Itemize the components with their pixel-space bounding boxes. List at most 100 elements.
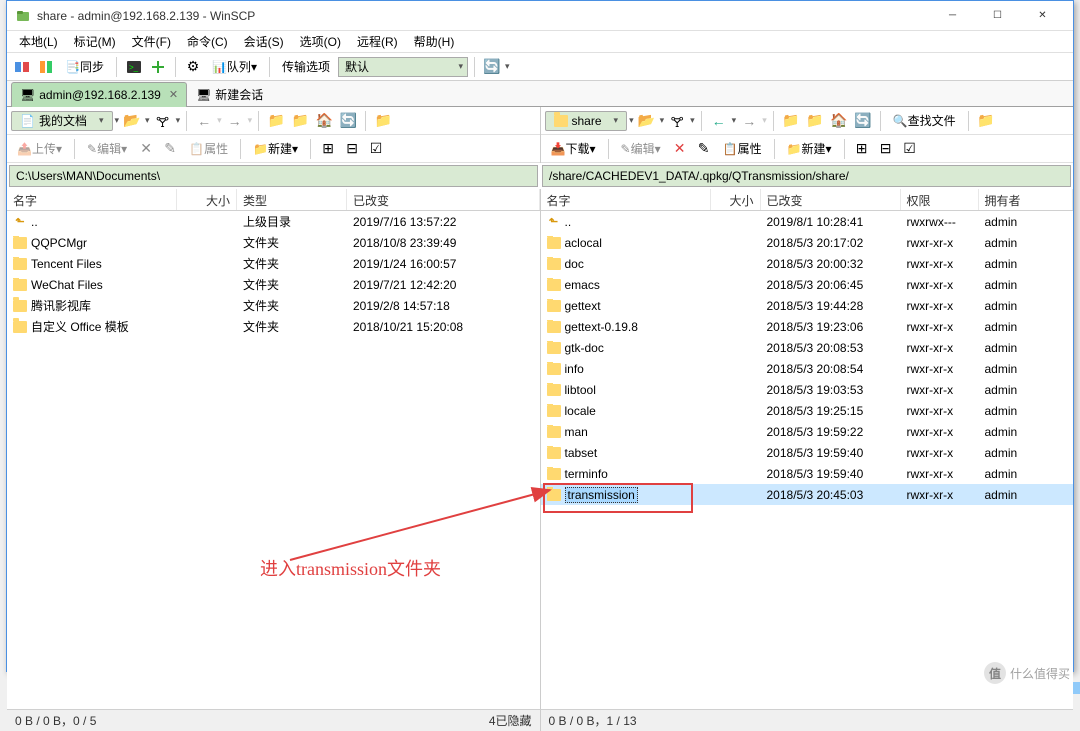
left-edit-button[interactable]: ✎ 编辑 ▾: [81, 138, 133, 160]
table-row[interactable]: doc2018/5/3 20:00:32rwxr-xr-xadmin: [541, 253, 1074, 274]
terminal-icon[interactable]: >_: [123, 56, 145, 78]
table-row[interactable]: locale2018/5/3 19:25:15rwxr-xr-xadmin: [541, 400, 1074, 421]
new-session-tab[interactable]: 🖥 新建会话: [187, 82, 272, 106]
table-row[interactable]: info2018/5/3 20:08:54rwxr-xr-xadmin: [541, 358, 1074, 379]
table-row[interactable]: gettext2018/5/3 19:44:28rwxr-xr-xadmin: [541, 295, 1074, 316]
table-row[interactable]: transmission2018/5/3 20:45:03rwxr-xr-xad…: [541, 484, 1074, 505]
table-row[interactable]: 自定义 Office 模板文件夹2018/10/21 15:20:08: [7, 316, 540, 337]
queue-button[interactable]: 📊 队列 ▾: [206, 56, 263, 78]
right-header[interactable]: 名字 大小 已改变 权限 拥有者: [541, 189, 1074, 211]
left-root-icon[interactable]: 📁: [289, 110, 311, 132]
find-files-button[interactable]: 🔍 查找文件: [887, 110, 962, 132]
table-row[interactable]: libtool2018/5/3 19:03:53rwxr-xr-xadmin: [541, 379, 1074, 400]
transfer-preset-combo[interactable]: 默认: [338, 57, 468, 77]
minimize-button[interactable]: ─: [930, 1, 975, 30]
left-forward-icon[interactable]: →: [224, 110, 246, 132]
right-bookmark-icon[interactable]: 📁: [975, 110, 997, 132]
right-expand-icon[interactable]: ⊞: [851, 138, 873, 160]
folder-icon: [547, 300, 561, 312]
right-collapse-icon[interactable]: ⊟: [875, 138, 897, 160]
menu-session[interactable]: 会话(S): [236, 31, 292, 52]
close-button[interactable]: ✕: [1020, 1, 1065, 30]
table-row[interactable]: tabset2018/5/3 19:59:40rwxr-xr-xadmin: [541, 442, 1074, 463]
right-new-button[interactable]: 📁 新建 ▾: [781, 138, 838, 160]
table-row[interactable]: ⬑..上级目录2019/7/16 13:57:22: [7, 211, 540, 232]
left-expand-icon[interactable]: ⊞: [317, 138, 339, 160]
sync-browse-icon[interactable]: [11, 56, 33, 78]
menu-help[interactable]: 帮助(H): [406, 31, 463, 52]
left-filter-icon[interactable]: 🝖: [152, 110, 174, 132]
table-row[interactable]: ⬑..2019/8/1 10:28:41rwxrwx---admin: [541, 211, 1074, 232]
upload-button[interactable]: 📤 上传 ▾: [11, 138, 68, 160]
table-row[interactable]: aclocal2018/5/3 20:17:02rwxr-xr-xadmin: [541, 232, 1074, 253]
reconnect-icon[interactable]: 🔄: [481, 56, 503, 78]
right-home-icon[interactable]: 🏠: [828, 110, 850, 132]
left-col-date[interactable]: 已改变: [347, 189, 540, 210]
right-edit-button[interactable]: ✎ 编辑 ▾: [615, 138, 667, 160]
right-forward-icon[interactable]: →: [738, 110, 760, 132]
gear-icon[interactable]: ⚙: [182, 56, 204, 78]
menu-file[interactable]: 文件(F): [124, 31, 179, 52]
menu-mark[interactable]: 标记(M): [66, 31, 124, 52]
download-button[interactable]: 📥 下载 ▾: [545, 138, 602, 160]
table-row[interactable]: terminfo2018/5/3 19:59:40rwxr-xr-xadmin: [541, 463, 1074, 484]
table-row[interactable]: 腾讯影视库文件夹2019/2/8 14:57:18: [7, 295, 540, 316]
menu-local[interactable]: 本地(L): [11, 31, 66, 52]
table-row[interactable]: man2018/5/3 19:59:22rwxr-xr-xadmin: [541, 421, 1074, 442]
folder-icon: [547, 468, 561, 480]
right-back-icon[interactable]: ←: [708, 110, 730, 132]
left-home-icon[interactable]: 🏠: [313, 110, 335, 132]
menu-options[interactable]: 选项(O): [292, 31, 349, 52]
left-header[interactable]: 名字 大小 类型 已改变: [7, 189, 540, 211]
left-col-type[interactable]: 类型: [237, 189, 347, 210]
left-refresh-icon[interactable]: 🔄: [337, 110, 359, 132]
tab-close-icon[interactable]: ✕: [165, 88, 178, 101]
left-select-icon[interactable]: ☑: [365, 138, 387, 160]
folder-icon: [547, 258, 561, 270]
menu-remote[interactable]: 远程(R): [349, 31, 406, 52]
left-col-name[interactable]: 名字: [7, 189, 177, 210]
maximize-button[interactable]: ☐: [975, 1, 1020, 30]
right-refresh-icon[interactable]: 🔄: [852, 110, 874, 132]
right-root-icon[interactable]: 📁: [804, 110, 826, 132]
left-props-button[interactable]: 📋 属性: [183, 138, 234, 160]
left-bookmark-icon[interactable]: 📁: [372, 110, 394, 132]
right-col-owner[interactable]: 拥有者: [979, 189, 1074, 210]
right-open-icon[interactable]: 📂: [636, 110, 658, 132]
session-tab-active[interactable]: 🖥 admin@192.168.2.139 ✕: [11, 82, 187, 106]
left-new-button[interactable]: 📁 新建 ▾: [247, 138, 304, 160]
right-filter-icon[interactable]: 🝖: [666, 110, 688, 132]
left-open-icon[interactable]: 📂: [121, 110, 143, 132]
right-location-combo[interactable]: share ▾: [545, 111, 628, 131]
left-delete-icon[interactable]: ✕: [135, 138, 157, 160]
right-rename-icon[interactable]: ✎: [693, 138, 715, 160]
table-row[interactable]: gettext-0.19.82018/5/3 19:23:06rwxr-xr-x…: [541, 316, 1074, 337]
compare-icon[interactable]: [35, 56, 57, 78]
left-path[interactable]: C:\Users\MAN\Documents\: [9, 165, 538, 187]
add-icon[interactable]: [147, 56, 169, 78]
left-back-icon[interactable]: ←: [193, 110, 215, 132]
left-file-list[interactable]: 名字 大小 类型 已改变 ⬑..上级目录2019/7/16 13:57:22QQ…: [7, 189, 540, 709]
right-col-perm[interactable]: 权限: [901, 189, 979, 210]
right-file-list[interactable]: 名字 大小 已改变 权限 拥有者 ⬑..2019/8/1 10:28:41rwx…: [541, 189, 1074, 709]
right-select-icon[interactable]: ☑: [899, 138, 921, 160]
left-parent-icon[interactable]: 📁: [265, 110, 287, 132]
left-location-combo[interactable]: 📄 我的文档 ▾: [11, 111, 113, 131]
sync-button[interactable]: 📑 同步: [59, 56, 110, 78]
right-delete-icon[interactable]: ✕: [669, 138, 691, 160]
table-row[interactable]: gtk-doc2018/5/3 20:08:53rwxr-xr-xadmin: [541, 337, 1074, 358]
right-parent-icon[interactable]: 📁: [780, 110, 802, 132]
right-col-date[interactable]: 已改变: [761, 189, 901, 210]
left-rename-icon[interactable]: ✎: [159, 138, 181, 160]
table-row[interactable]: Tencent Files文件夹2019/1/24 16:00:57: [7, 253, 540, 274]
right-path[interactable]: /share/CACHEDEV1_DATA/.qpkg/QTransmissio…: [542, 165, 1071, 187]
table-row[interactable]: emacs2018/5/3 20:06:45rwxr-xr-xadmin: [541, 274, 1074, 295]
left-collapse-icon[interactable]: ⊟: [341, 138, 363, 160]
menu-command[interactable]: 命令(C): [179, 31, 236, 52]
left-col-size[interactable]: 大小: [177, 189, 237, 210]
right-col-name[interactable]: 名字: [541, 189, 711, 210]
table-row[interactable]: QQPCMgr文件夹2018/10/8 23:39:49: [7, 232, 540, 253]
right-col-size[interactable]: 大小: [711, 189, 761, 210]
table-row[interactable]: WeChat Files文件夹2019/7/21 12:42:20: [7, 274, 540, 295]
right-props-button[interactable]: 📋 属性: [717, 138, 768, 160]
